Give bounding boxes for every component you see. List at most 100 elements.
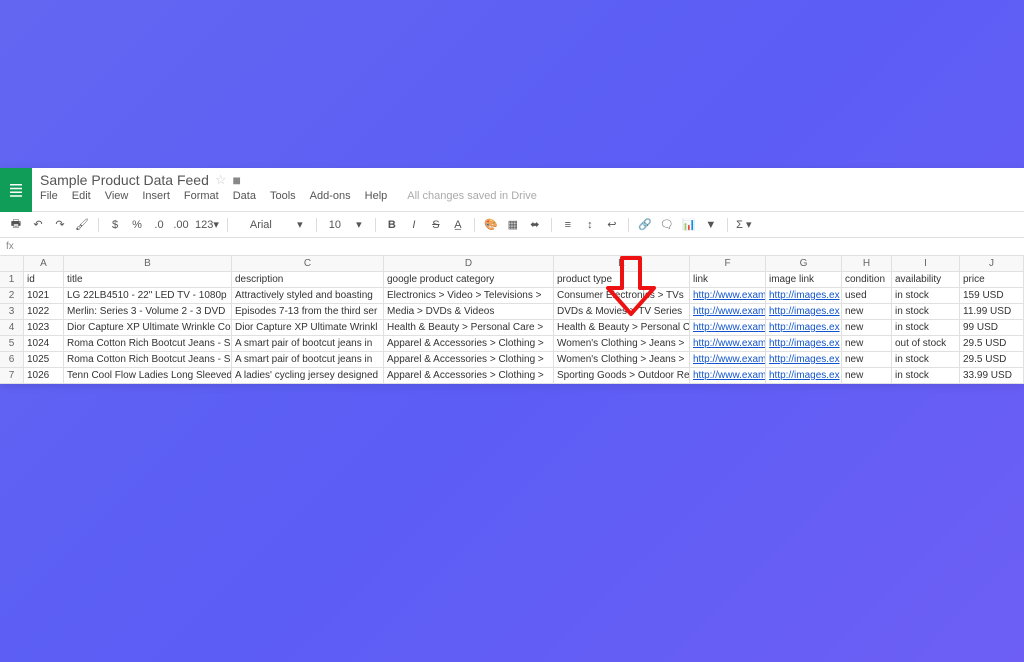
cell-header-title[interactable]: title [64,272,232,287]
cell-image-link[interactable]: http://images.ex [766,320,842,335]
cell-header-link[interactable]: link [690,272,766,287]
cell-availability[interactable]: in stock [892,368,960,383]
cell-price[interactable]: 33.99 USD [960,368,1024,383]
cell-title[interactable]: Tenn Cool Flow Ladies Long Sleeved [64,368,232,383]
cell-link[interactable]: http://www.exam [690,336,766,351]
folder-icon[interactable]: ■ [233,172,241,188]
cell-price[interactable]: 99 USD [960,320,1024,335]
row-header[interactable]: 5 [0,336,24,351]
cell-price[interactable]: 159 USD [960,288,1024,303]
borders-icon[interactable]: ▦ [505,216,521,234]
row-header[interactable]: 7 [0,368,24,383]
cell-gpc[interactable]: Apparel & Accessories > Clothing > [384,368,554,383]
cell-link[interactable]: http://www.exam [690,368,766,383]
cell-description[interactable]: Episodes 7-13 from the third ser [232,304,384,319]
font-size[interactable]: 10 [325,216,345,234]
cell-product-type[interactable]: DVDs & Movies > TV Series [554,304,690,319]
align-icon[interactable]: ≡ [560,216,576,234]
menu-file[interactable]: File [40,190,58,202]
chart-icon[interactable]: 📊 [681,216,697,234]
cell-link[interactable]: http://www.exam [690,320,766,335]
cell-product-type[interactable]: Consumer Electronics > TVs [554,288,690,303]
cell-product-type[interactable]: Health & Beauty > Personal C [554,320,690,335]
cell-gpc[interactable]: Media > DVDs & Videos [384,304,554,319]
row-header[interactable]: 3 [0,304,24,319]
cell-header-availability[interactable]: availability [892,272,960,287]
cell-availability[interactable]: in stock [892,304,960,319]
cell-image-link[interactable]: http://images.ex [766,288,842,303]
font-dropdown-icon[interactable]: ▾ [292,216,308,234]
decimal-decrease-icon[interactable]: .0 [151,216,167,234]
cell-price[interactable]: 29.5 USD [960,352,1024,367]
cell-condition[interactable]: new [842,336,892,351]
cell-header-gpc[interactable]: google product category [384,272,554,287]
cell-image-link[interactable]: http://images.ex [766,352,842,367]
cell-header-image-link[interactable]: image link [766,272,842,287]
cell-description[interactable]: Attractively styled and boasting [232,288,384,303]
cell-availability[interactable]: in stock [892,288,960,303]
col-header-a[interactable]: A [24,256,64,271]
filter-icon[interactable]: ▼ [703,216,719,234]
cell-condition[interactable]: used [842,288,892,303]
cell-availability[interactable]: in stock [892,352,960,367]
cell-gpc[interactable]: Apparel & Accessories > Clothing > [384,352,554,367]
menu-addons[interactable]: Add-ons [310,190,351,202]
col-header-h[interactable]: H [842,256,892,271]
menu-view[interactable]: View [105,190,129,202]
cell-title[interactable]: Merlin: Series 3 - Volume 2 - 3 DVD [64,304,232,319]
cell-id[interactable]: 1026 [24,368,64,383]
cell-gpc[interactable]: Electronics > Video > Televisions > [384,288,554,303]
cell-condition[interactable]: new [842,304,892,319]
font-selector[interactable]: Arial [236,216,286,234]
wrap-icon[interactable]: ↩ [604,216,620,234]
cell-header-price[interactable]: price [960,272,1024,287]
col-header-i[interactable]: I [892,256,960,271]
col-header-j[interactable]: J [960,256,1024,271]
cell-product-type[interactable]: Women's Clothing > Jeans > [554,352,690,367]
cell-condition[interactable]: new [842,320,892,335]
fill-color-icon[interactable]: 🎨 [483,216,499,234]
cell-gpc[interactable]: Health & Beauty > Personal Care > [384,320,554,335]
cell-product-type[interactable]: Sporting Goods > Outdoor Re [554,368,690,383]
cell-availability[interactable]: in stock [892,320,960,335]
bold-icon[interactable]: B [384,216,400,234]
row-header[interactable]: 2 [0,288,24,303]
cell-header-description[interactable]: description [232,272,384,287]
size-dropdown-icon[interactable]: ▾ [351,216,367,234]
cell-header-id[interactable]: id [24,272,64,287]
formula-bar[interactable]: fx [0,238,1024,256]
cell-header-condition[interactable]: condition [842,272,892,287]
decimal-increase-icon[interactable]: .00 [173,216,189,234]
col-header-g[interactable]: G [766,256,842,271]
row-header-1[interactable]: 1 [0,272,24,287]
cell-description[interactable]: A smart pair of bootcut jeans in [232,336,384,351]
star-icon[interactable]: ☆ [215,172,227,188]
cell-image-link[interactable]: http://images.ex [766,368,842,383]
sheets-app-icon[interactable] [0,168,32,212]
col-header-e[interactable]: E [554,256,690,271]
corner-cell[interactable] [0,256,24,271]
cell-image-link[interactable]: http://images.ex [766,304,842,319]
cell-description[interactable]: Dior Capture XP Ultimate Wrinkl [232,320,384,335]
col-header-c[interactable]: C [232,256,384,271]
menu-data[interactable]: Data [233,190,256,202]
cell-link[interactable]: http://www.exam [690,352,766,367]
cell-description[interactable]: A smart pair of bootcut jeans in [232,352,384,367]
cell-condition[interactable]: new [842,368,892,383]
menu-format[interactable]: Format [184,190,219,202]
cell-id[interactable]: 1025 [24,352,64,367]
italic-icon[interactable]: I [406,216,422,234]
cell-link[interactable]: http://www.exam [690,304,766,319]
cell-title[interactable]: Dior Capture XP Ultimate Wrinkle Co [64,320,232,335]
cell-id[interactable]: 1024 [24,336,64,351]
cell-condition[interactable]: new [842,352,892,367]
merge-icon[interactable]: ⬌ [527,216,543,234]
functions-icon[interactable]: Σ ▾ [736,216,752,234]
comment-icon[interactable]: 🗨 [659,216,675,234]
cell-title[interactable]: LG 22LB4510 - 22" LED TV - 1080p [64,288,232,303]
cell-id[interactable]: 1023 [24,320,64,335]
cell-availability[interactable]: out of stock [892,336,960,351]
cell-price[interactable]: 11.99 USD [960,304,1024,319]
cell-link[interactable]: http://www.exam [690,288,766,303]
valign-icon[interactable]: ↕ [582,216,598,234]
